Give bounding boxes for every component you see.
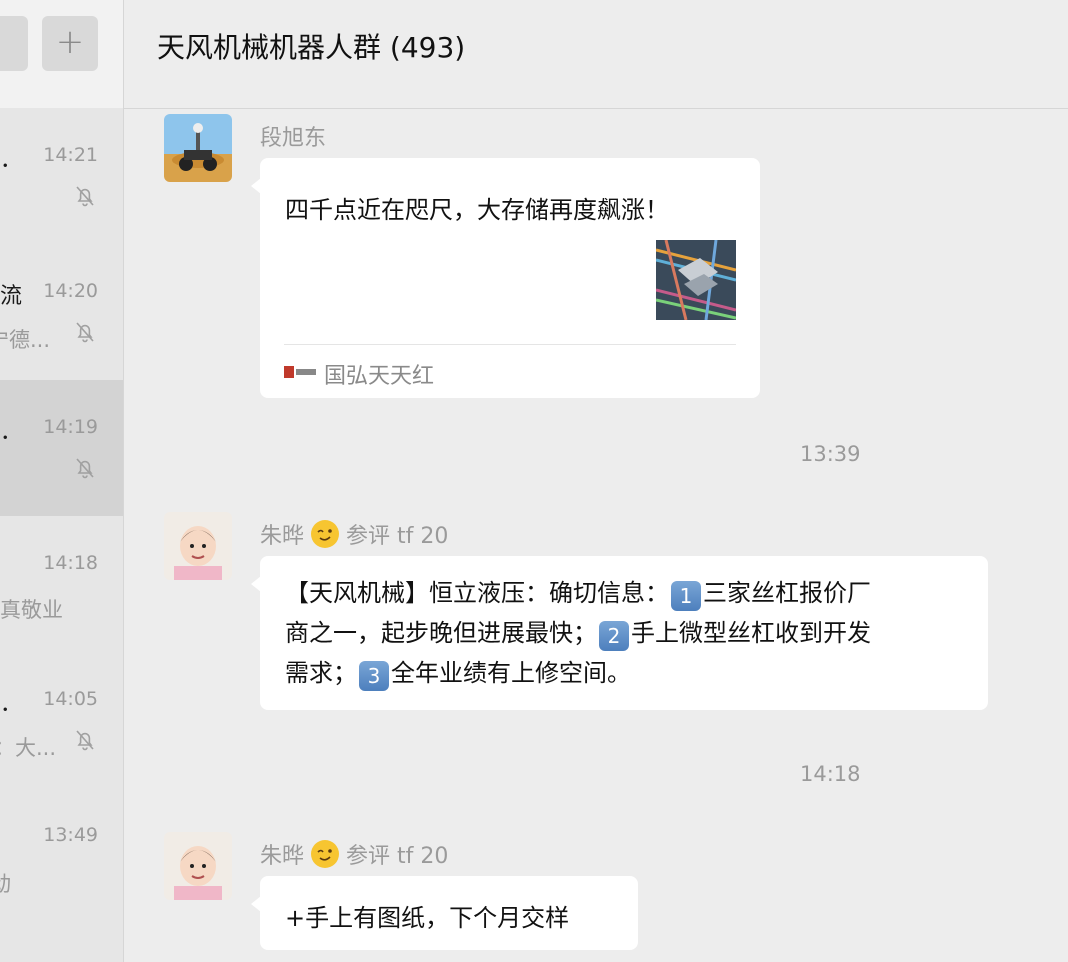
conversation-time: 13:49 <box>43 824 98 846</box>
mute-bell-icon <box>76 458 94 479</box>
text-segment: 手上微型丝杠收到开发 <box>631 619 871 647</box>
link-card-bubble[interactable]: 四千点近在咫尺，大存储再度飙涨！ 国弘天天红 <box>251 158 760 398</box>
conversation-time: 14:05 <box>43 688 98 710</box>
conversation-name: ． <box>0 420 23 445</box>
conversation-item-active[interactable]: ． 14:19 <box>0 380 123 516</box>
conversation-name: 流 <box>0 284 23 309</box>
mute-bell-icon <box>76 322 94 343</box>
text-segment: 【天风机械】恒立液压：确切信息： <box>285 579 669 607</box>
message-timestamp: 14:18 <box>800 762 861 786</box>
sender-name: 段旭东 <box>260 126 327 151</box>
sender-name: 朱晔 <box>260 524 305 549</box>
conversation-sidebar: + ． 14:21 流 14:20 宁德... ． 14:19 14:18 真敬… <box>0 0 123 962</box>
conversation-name: ． <box>0 692 23 717</box>
card-divider <box>284 344 736 345</box>
conversation-time: 14:21 <box>43 144 98 166</box>
wink-emoji-icon <box>311 840 340 868</box>
conversation-item[interactable]: ． 14:05 ：大... <box>0 652 123 788</box>
avatar[interactable] <box>164 512 232 580</box>
sender-suffix: 参评 tf 20 <box>346 844 449 869</box>
conversation-time: 14:20 <box>43 280 98 302</box>
message-text: 【天风机械】恒立液压：确切信息： 1 三家丝杠报价厂 商之一，起步晚但进展最快； 2 手… <box>285 573 871 693</box>
source-logo-icon <box>284 366 316 378</box>
conversation-time: 14:19 <box>43 416 98 438</box>
message-line: 商之一，起步晚但进展最快； 2 手上微型丝杠收到开发 <box>285 613 871 653</box>
sender-name: 朱晔 <box>260 844 305 869</box>
text-segment: 商之一，起步晚但进展最快； <box>285 619 597 647</box>
text-segment: 全年业绩有上修空间。 <box>391 659 631 687</box>
avatar[interactable] <box>164 832 232 900</box>
conversation-item[interactable]: 13:49 动 <box>0 788 123 924</box>
text-segment: 三家丝杠报价厂 <box>703 579 871 607</box>
add-button[interactable]: + <box>42 16 98 71</box>
card-thumbnail <box>656 240 736 320</box>
message-line: 需求； 3 全年业绩有上修空间。 <box>285 653 871 693</box>
text-bubble[interactable]: +手上有图纸，下个月交样 <box>251 876 638 950</box>
mute-bell-icon <box>76 730 94 751</box>
conversation-item[interactable]: 流 14:20 宁德... <box>0 244 123 380</box>
mute-bell-icon <box>76 186 94 207</box>
conversation-preview: 动 <box>0 872 11 896</box>
conversation-preview: 真敬业 <box>0 598 63 622</box>
message-text: +手上有图纸，下个月交样 <box>285 904 570 932</box>
card-source: 国弘天天红 <box>324 364 435 389</box>
message-text: 四千点近在咫尺，大存储再度飙涨！ <box>285 196 669 224</box>
text-segment: 需求； <box>285 659 357 687</box>
keycap-three-icon: 3 <box>359 661 389 691</box>
conversation-item[interactable]: ． 14:21 <box>0 108 123 244</box>
conversation-preview: ：大... <box>0 736 57 760</box>
message-line: 【天风机械】恒立液压：确切信息： 1 三家丝杠报价厂 <box>285 573 871 613</box>
conversation-preview: 宁德... <box>0 328 51 352</box>
keycap-one-icon: 1 <box>671 581 701 611</box>
search-input[interactable] <box>0 16 28 71</box>
message-timestamp: 13:39 <box>800 442 861 466</box>
wink-emoji-icon <box>311 520 340 548</box>
keycap-two-icon: 2 <box>599 621 629 651</box>
conversation-item[interactable]: 14:18 真敬业 <box>0 516 123 652</box>
sender-line: 朱晔 参评 tf 20 <box>260 838 448 870</box>
text-bubble[interactable]: 【天风机械】恒立液压：确切信息： 1 三家丝杠报价厂 商之一，起步晚但进展最快； 2 手… <box>251 556 988 710</box>
chat-title: 天风机械机器人群 (493) <box>157 31 466 64</box>
sidebar-divider <box>123 0 124 962</box>
conversation-time: 14:18 <box>43 552 98 574</box>
conversation-name: ． <box>0 148 23 173</box>
chat-header: 天风机械机器人群 (493) <box>124 0 1068 109</box>
avatar[interactable] <box>164 114 232 182</box>
sender-line: 朱晔 参评 tf 20 <box>260 518 448 550</box>
sender-suffix: 参评 tf 20 <box>346 524 449 549</box>
